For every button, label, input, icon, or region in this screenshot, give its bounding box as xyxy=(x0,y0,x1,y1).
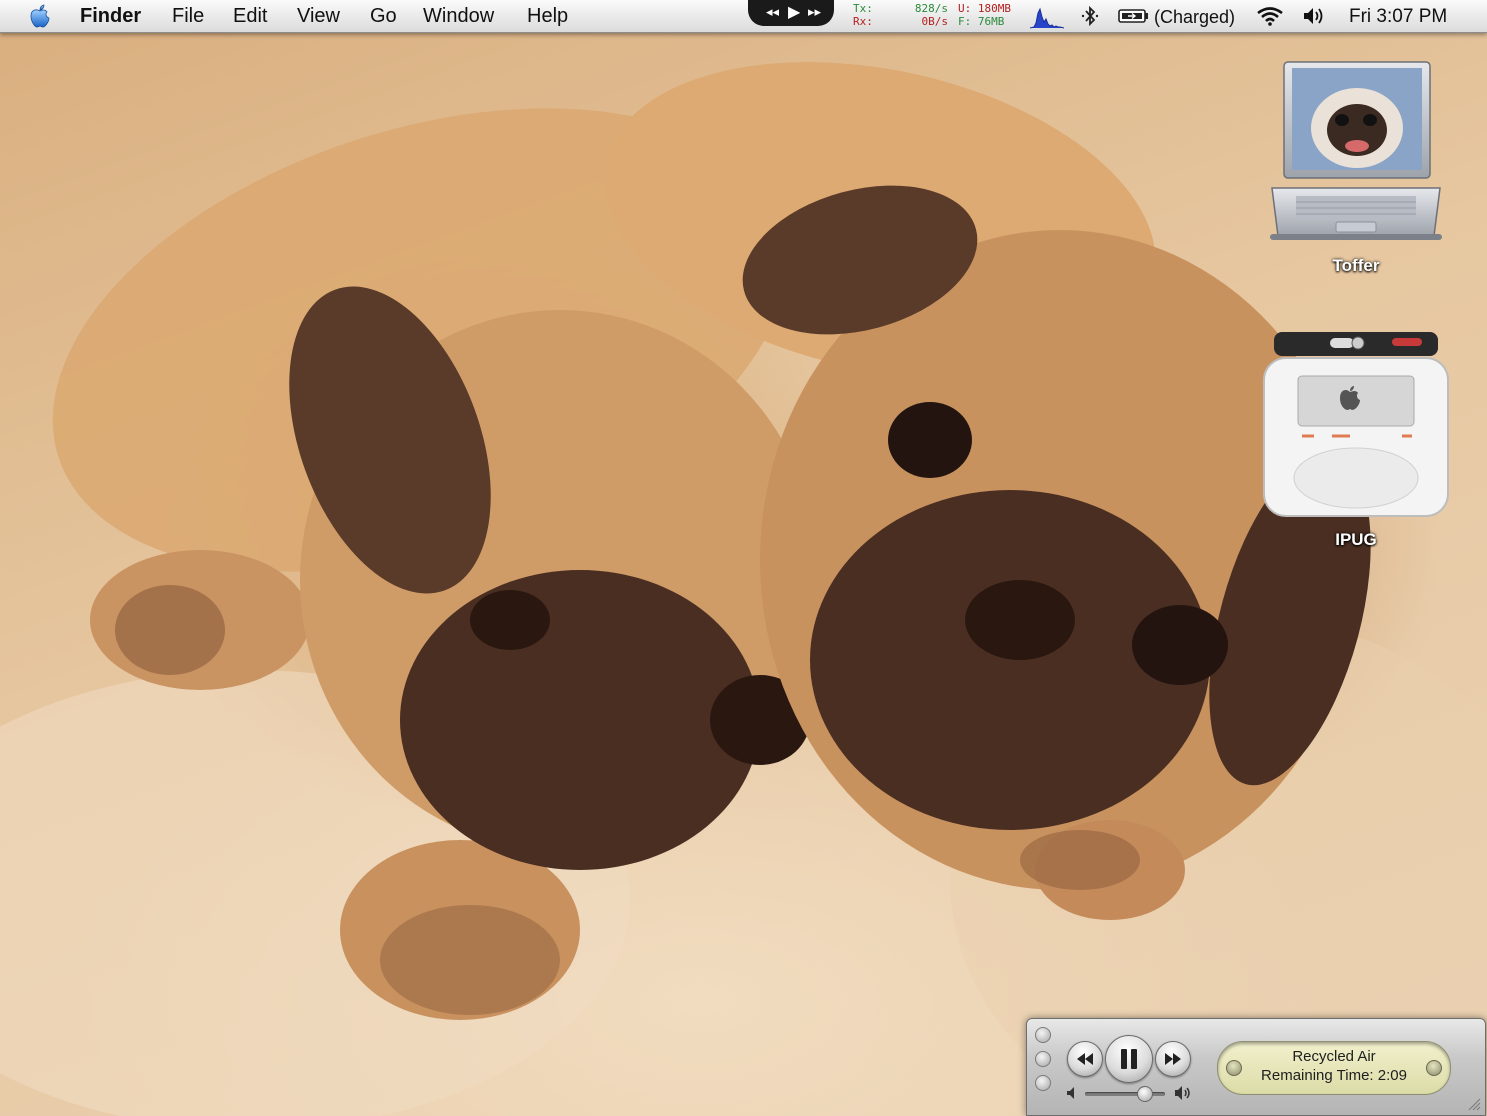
volume-high-icon xyxy=(1175,1086,1190,1100)
display-toggle-right[interactable] xyxy=(1426,1060,1442,1076)
pause-icon xyxy=(1121,1049,1137,1069)
play-icon[interactable]: ▶ xyxy=(788,2,800,22)
remaining-time-label: Remaining Time: xyxy=(1261,1067,1374,1084)
itunes-controls-menulet: ◂◂ ▶ ▸▸ xyxy=(748,0,834,26)
rewind-icon xyxy=(1077,1053,1093,1065)
previous-track-button[interactable] xyxy=(1067,1041,1103,1077)
battery-icon[interactable] xyxy=(1118,8,1150,24)
menu-view[interactable]: View xyxy=(297,4,340,28)
desktop-icon-label: IPUG xyxy=(1335,530,1377,549)
menu-help[interactable]: Help xyxy=(527,4,568,28)
fast-forward-icon[interactable]: ▸▸ xyxy=(808,4,821,20)
menu-app-name[interactable]: Finder xyxy=(80,4,141,28)
apple-icon[interactable] xyxy=(28,3,52,29)
ipod-icon xyxy=(1263,332,1449,517)
net-rx-label: Rx: xyxy=(853,15,873,28)
wifi-icon[interactable] xyxy=(1256,6,1284,26)
volume-icon[interactable] xyxy=(1302,6,1326,26)
fast-forward-icon xyxy=(1165,1053,1181,1065)
rewind-icon[interactable]: ◂◂ xyxy=(766,4,779,20)
cpu-graph-icon[interactable] xyxy=(1030,5,1064,29)
now-playing-display[interactable]: Recycled Air Remaining Time: 2:09 xyxy=(1217,1041,1451,1095)
menu-edit[interactable]: Edit xyxy=(233,4,267,28)
battery-status[interactable]: (Charged) xyxy=(1154,5,1235,29)
volume-slider-knob[interactable] xyxy=(1137,1086,1153,1102)
desktop-icon-toffer[interactable]: Toffer xyxy=(1264,58,1448,280)
close-button[interactable] xyxy=(1035,1027,1051,1043)
menu-go[interactable]: Go xyxy=(370,4,397,28)
itunes-mini-player: Recycled Air Remaining Time: 2:09 xyxy=(1026,1018,1486,1116)
memory-used: U: 180MB xyxy=(958,2,1011,15)
powerbook-icon xyxy=(1270,61,1442,240)
track-title: Recycled Air xyxy=(1292,1048,1376,1065)
minimize-button[interactable] xyxy=(1035,1051,1051,1067)
volume-slider[interactable] xyxy=(1085,1092,1165,1096)
net-rx-value: 0B/s xyxy=(921,15,949,28)
menu-window[interactable]: Window xyxy=(423,4,494,28)
pause-button[interactable] xyxy=(1105,1035,1153,1083)
volume-low-icon xyxy=(1067,1087,1074,1099)
menu-clock[interactable]: Fri 3:07 PM xyxy=(1349,5,1447,29)
menu-bar: Finder File Edit View Go Window Help ◂◂ … xyxy=(0,0,1487,33)
remaining-time-value: 2:09 xyxy=(1377,1067,1407,1084)
resize-grip-icon[interactable] xyxy=(1467,1097,1481,1111)
remaining-time: Remaining Time: 2:09 xyxy=(1218,1067,1450,1084)
next-track-button[interactable] xyxy=(1155,1041,1191,1077)
memory-free: F: 76MB xyxy=(958,15,1005,28)
desktop-icon-ipug[interactable]: IPUG xyxy=(1262,328,1450,554)
zoom-button[interactable] xyxy=(1035,1075,1051,1091)
menu-file[interactable]: File xyxy=(172,4,204,28)
net-tx-label: Tx: xyxy=(853,2,873,15)
net-tx-value: 828/s xyxy=(914,2,948,15)
bluetooth-icon[interactable] xyxy=(1080,5,1100,27)
desktop-icon-label: Toffer xyxy=(1332,256,1380,275)
